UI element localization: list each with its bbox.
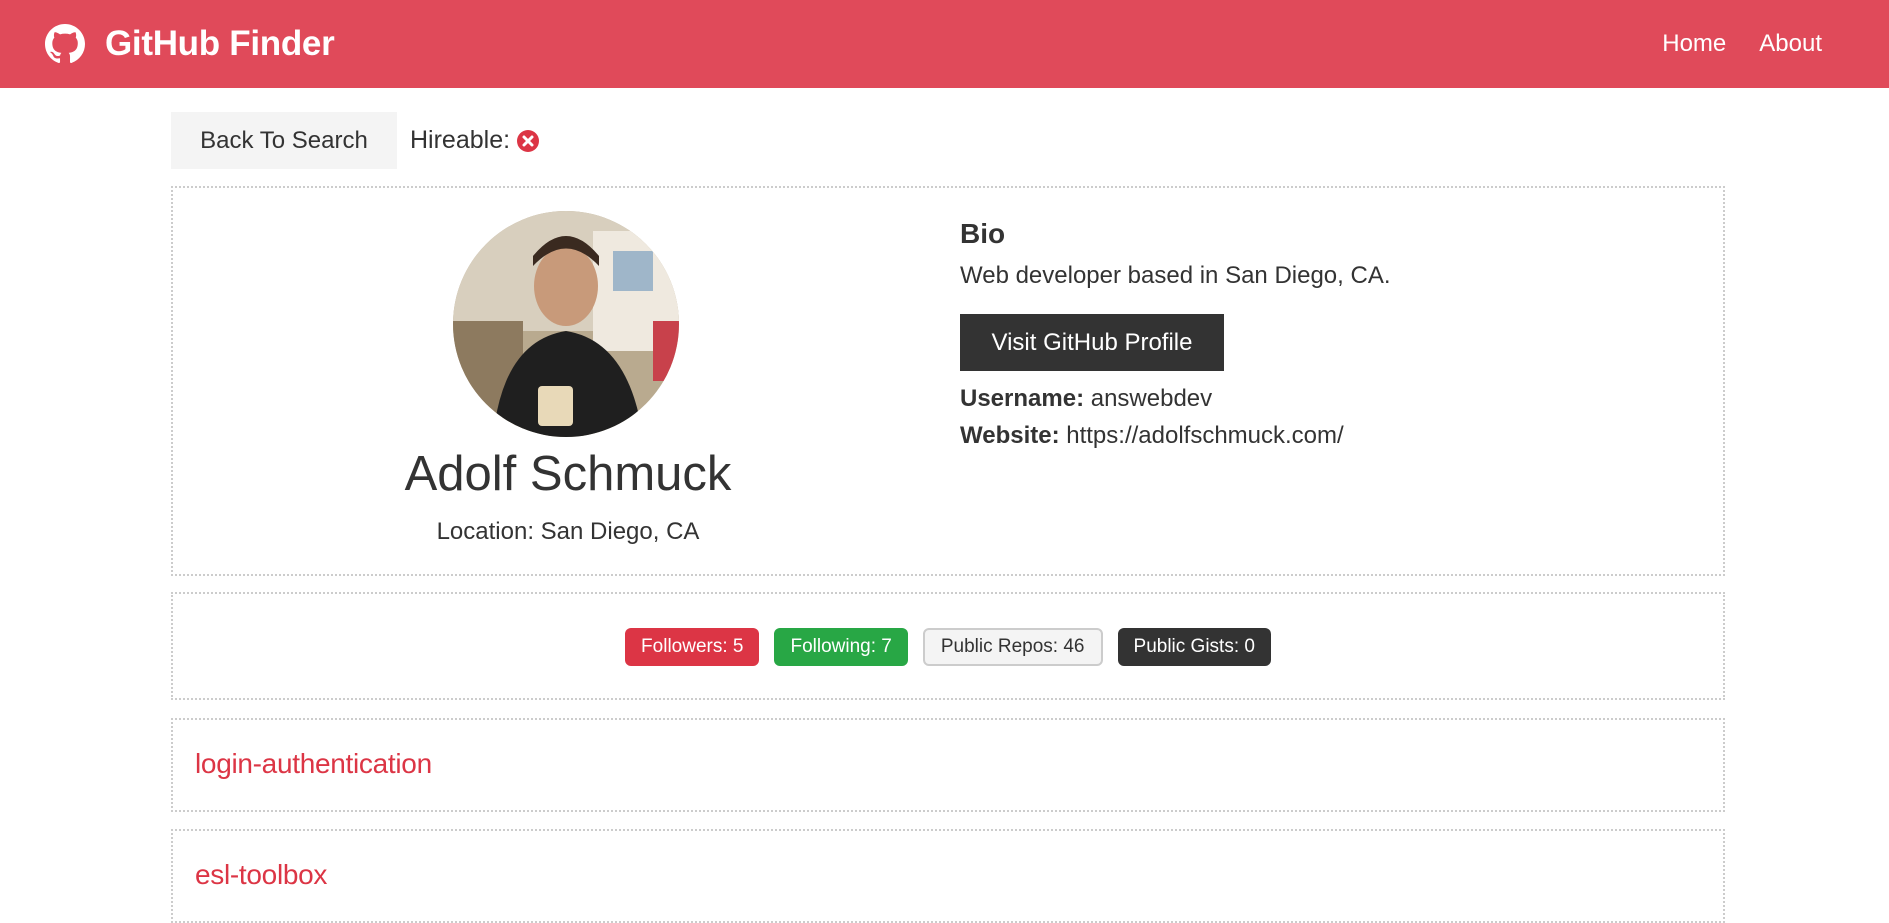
following-badge: Following: 7 [774, 628, 908, 666]
stats-card: Followers: 5 Following: 7 Public Repos: … [171, 592, 1725, 700]
navbar: GitHub Finder Home About [0, 0, 1889, 88]
website-value: https://adolfschmuck.com/ [1066, 422, 1344, 449]
website-label: Website: [960, 422, 1060, 449]
repo-link[interactable]: esl-toolbox [195, 859, 327, 891]
back-to-search-button[interactable]: Back To Search [171, 112, 397, 169]
repo-item: esl-toolbox [171, 829, 1725, 923]
visit-github-profile-button[interactable]: Visit GitHub Profile [960, 314, 1224, 371]
hireable-label: Hireable: [410, 126, 511, 154]
website-row: Website: https://adolfschmuck.com/ [960, 422, 1391, 450]
username-value: answebdev [1090, 385, 1213, 412]
bio-heading: Bio [960, 218, 1006, 249]
nav-links: Home About [1662, 30, 1822, 58]
user-name: Adolf Schmuck [404, 447, 732, 501]
stats-badges: Followers: 5 Following: 7 Public Repos: … [173, 628, 1723, 666]
app-title: GitHub Finder [105, 24, 335, 63]
topbar: Back To Search Hireable: [171, 112, 540, 169]
public-gists-badge: Public Gists: 0 [1117, 628, 1271, 666]
followers-badge: Followers: 5 [625, 628, 760, 666]
hireable-status: Hireable: [410, 126, 540, 155]
avatar [453, 211, 679, 437]
times-circle-icon [517, 129, 540, 152]
brand[interactable]: GitHub Finder [45, 24, 335, 64]
repo-link[interactable]: login-authentication [195, 748, 432, 780]
bio-section: Bio Web developer based in San Diego, CA… [960, 218, 1391, 450]
repo-item: login-authentication [171, 718, 1725, 812]
user-location: Location: San Diego, CA [436, 518, 700, 545]
bio-text: Web developer based in San Diego, CA. [960, 262, 1391, 289]
nav-about-link[interactable]: About [1759, 30, 1822, 58]
profile-card: Adolf Schmuck Location: San Diego, CA Bi… [171, 186, 1725, 576]
nav-home-link[interactable]: Home [1662, 30, 1726, 58]
username-label: Username: [960, 385, 1085, 412]
username-row: Username: answebdev [960, 385, 1391, 413]
public-repos-badge: Public Repos: 46 [922, 628, 1103, 666]
github-icon [45, 24, 85, 64]
